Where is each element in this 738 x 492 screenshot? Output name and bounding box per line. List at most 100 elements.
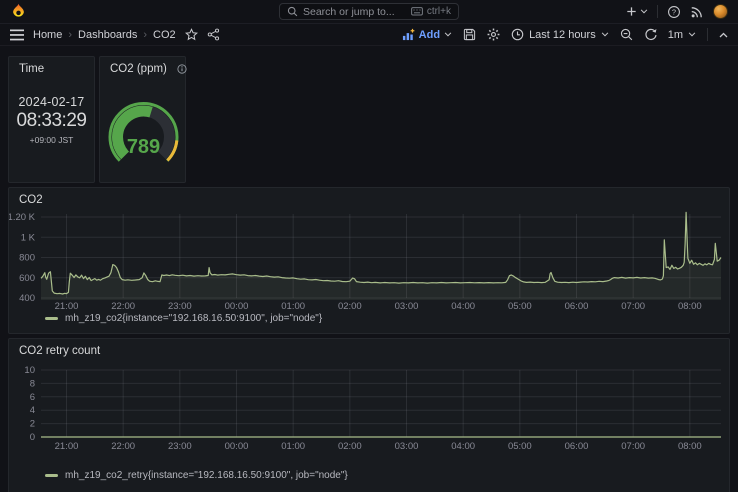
search-shortcut-label: ctrl+k: [427, 6, 451, 17]
breadcrumb-home[interactable]: Home: [33, 29, 62, 41]
chevron-down-icon: [640, 9, 648, 14]
breadcrumb: Home › Dashboards › CO2: [33, 29, 176, 41]
chevron-down-icon: [601, 32, 609, 37]
svg-text:02:00: 02:00: [338, 301, 362, 312]
chevron-down-icon: [688, 32, 696, 37]
refresh-dashboard-button[interactable]: [644, 28, 657, 41]
svg-text:600: 600: [19, 273, 35, 284]
dashboard-settings-button[interactable]: [487, 28, 500, 41]
share-dashboard-button[interactable]: [207, 28, 220, 41]
series-color-dash: [45, 317, 58, 320]
top-bar: Search or jump to... ctrl+k: [0, 0, 738, 24]
svg-text:07:00: 07:00: [621, 441, 645, 452]
panel-co2-gauge: CO2 (ppm) 789: [99, 56, 186, 183]
plus-icon: [625, 5, 638, 18]
favorite-dashboard-button[interactable]: [185, 28, 198, 41]
svg-text:04:00: 04:00: [451, 441, 475, 452]
chevron-down-icon: [444, 32, 452, 37]
time-range-label: Last 12 hours: [529, 29, 596, 41]
breadcrumb-current-dashboard[interactable]: CO2: [153, 29, 176, 41]
svg-text:2: 2: [30, 419, 35, 430]
search-placeholder: Search or jump to...: [303, 6, 395, 18]
svg-text:08:00: 08:00: [678, 441, 702, 452]
breadcrumb-separator: ›: [143, 29, 147, 41]
panel-time: Time 2024-02-17 08:33:29 +09:00 JST: [8, 56, 95, 183]
add-panel-button[interactable]: Add: [402, 28, 452, 41]
chevron-up-icon: [719, 32, 728, 38]
svg-text:6: 6: [30, 392, 35, 403]
user-avatar[interactable]: [713, 4, 728, 19]
news-button[interactable]: [690, 5, 704, 19]
help-icon: ?: [667, 5, 681, 19]
stat-timezone: +09:00 JST: [9, 135, 94, 145]
svg-text:06:00: 06:00: [565, 441, 589, 452]
stat-clock: 08:33:29: [9, 110, 94, 132]
search-icon: [287, 6, 298, 17]
svg-text:21:00: 21:00: [55, 441, 79, 452]
search-input[interactable]: Search or jump to... ctrl+k: [279, 3, 459, 20]
svg-text:00:00: 00:00: [225, 441, 249, 452]
new-menu-button[interactable]: [625, 5, 648, 18]
series-legend-label[interactable]: mh_z19_co2{instance="192.168.16.50:9100"…: [65, 313, 322, 324]
svg-text:02:00: 02:00: [338, 441, 362, 452]
svg-text:03:00: 03:00: [395, 441, 419, 452]
refresh-interval-label: 1m: [668, 29, 683, 41]
keyboard-icon: [411, 7, 423, 16]
svg-text:10: 10: [24, 365, 35, 376]
panel-co2-timeseries: 400 600 800 1 K 1.20 K 21:00 22:00 23:00 00:00 01…: [8, 187, 730, 334]
svg-text:1.20 K: 1.20 K: [9, 212, 36, 223]
svg-text:08:00: 08:00: [678, 301, 702, 312]
save-icon: [463, 28, 476, 41]
svg-text:0: 0: [30, 432, 35, 443]
refresh-interval-picker[interactable]: 1m: [668, 29, 696, 41]
zoom-out-time-range-button[interactable]: [620, 28, 633, 41]
svg-text:01:00: 01:00: [281, 441, 305, 452]
svg-text:23:00: 23:00: [168, 301, 192, 312]
svg-text:21:00: 21:00: [55, 301, 79, 312]
topbar-divider: [657, 5, 658, 18]
help-button[interactable]: ?: [667, 5, 681, 19]
hamburger-icon: [10, 29, 24, 41]
svg-text:00:00: 00:00: [225, 301, 249, 312]
dashboard-canvas: Time 2024-02-17 08:33:29 +09:00 JST CO2 …: [0, 46, 738, 492]
time-range-picker[interactable]: Last 12 hours: [511, 28, 609, 41]
breadcrumb-dashboards[interactable]: Dashboards: [78, 29, 137, 41]
rss-icon: [690, 5, 704, 19]
co2-chart-legend[interactable]: mh_z19_co2{instance="192.168.16.50:9100"…: [45, 313, 322, 324]
svg-text:400: 400: [19, 293, 35, 304]
save-dashboard-button[interactable]: [463, 28, 476, 41]
svg-text:06:00: 06:00: [565, 301, 589, 312]
grafana-logo[interactable]: [10, 3, 27, 20]
series-color-dash: [45, 474, 58, 477]
co2-gauge[interactable]: 789: [100, 71, 187, 181]
svg-text:01:00: 01:00: [281, 301, 305, 312]
clock-icon: [511, 28, 524, 41]
svg-text:05:00: 05:00: [508, 441, 532, 452]
series-legend-label[interactable]: mh_z19_co2_retry{instance="192.168.16.50…: [65, 470, 348, 481]
svg-text:4: 4: [30, 405, 35, 416]
stat-date: 2024-02-17: [9, 95, 94, 109]
svg-text:22:00: 22:00: [111, 441, 135, 452]
zoom-out-icon: [620, 28, 633, 41]
svg-text:23:00: 23:00: [168, 441, 192, 452]
mega-menu-button[interactable]: [10, 29, 24, 41]
search-shortcut-hint: ctrl+k: [411, 6, 451, 17]
add-label: Add: [419, 29, 440, 41]
svg-text:22:00: 22:00: [111, 301, 135, 312]
retry-chart-legend[interactable]: mh_z19_co2_retry{instance="192.168.16.50…: [45, 470, 348, 481]
svg-text:04:00: 04:00: [451, 301, 475, 312]
svg-text:03:00: 03:00: [395, 301, 419, 312]
refresh-icon: [644, 28, 657, 41]
time-stat: 2024-02-17 08:33:29 +09:00 JST: [9, 95, 94, 145]
svg-text:800: 800: [19, 253, 35, 264]
panel-co2-retry: 024681021:0022:0023:0000:0001:0002:0003:…: [8, 338, 730, 492]
svg-text:1 K: 1 K: [21, 232, 36, 243]
kiosk-mode-button[interactable]: [719, 32, 728, 38]
share-icon: [207, 28, 220, 41]
dashboard-toolbar: Home › Dashboards › CO2: [0, 24, 738, 46]
svg-text:789: 789: [127, 136, 160, 158]
add-panel-icon: [402, 28, 415, 41]
grafana-flame-icon: [10, 3, 27, 20]
panel-time-title[interactable]: Time: [9, 57, 94, 75]
svg-text:05:00: 05:00: [508, 301, 532, 312]
